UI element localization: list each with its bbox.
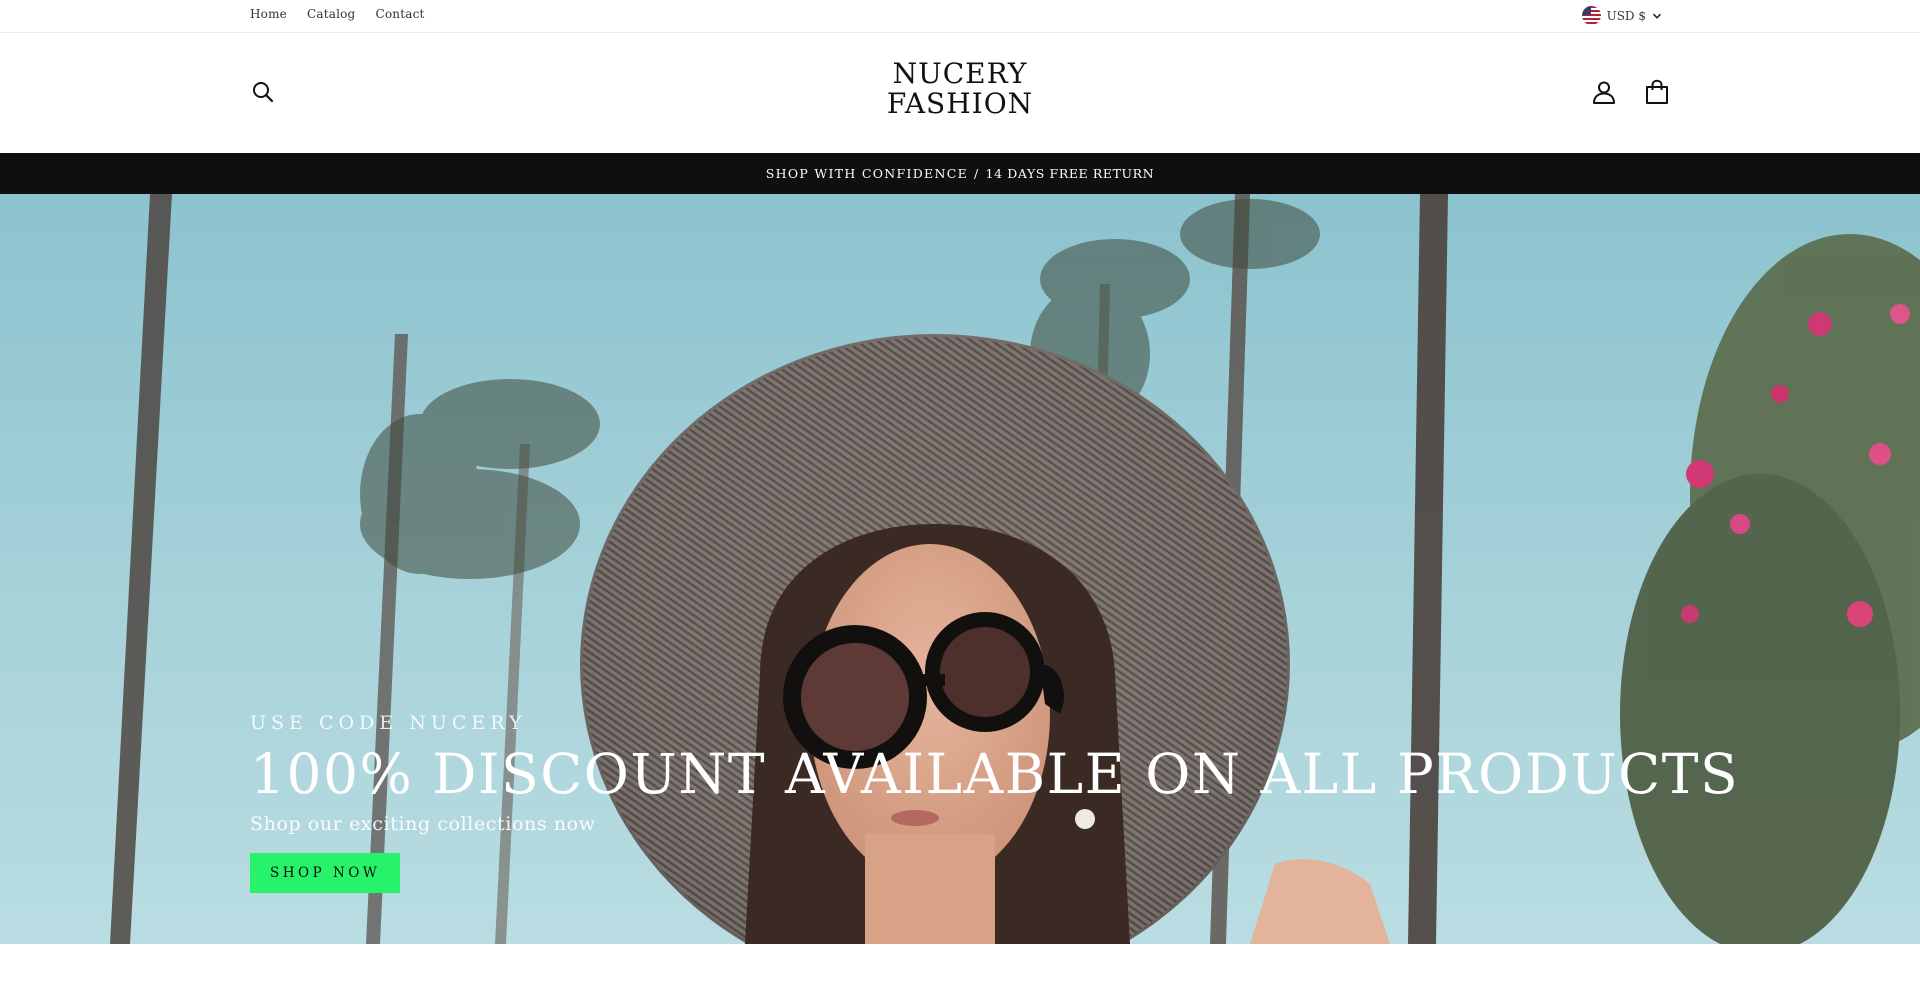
site-logo[interactable]: NUCERY FASHION [860,59,1060,119]
utility-bar: Home Catalog Contact USD $ [0,0,1920,33]
hero-content: USE CODE NUCERY 100% DISCOUNT AVAILABLE … [250,712,1740,893]
announcement-bar: SHOP WITH CONFIDENCE / 14 DAYS FREE RETURN [0,153,1920,194]
cart-button[interactable] [1641,76,1673,108]
account-button[interactable] [1589,77,1619,107]
logo-line-1: NUCERY [892,57,1028,90]
nav-link-home[interactable]: Home [250,7,287,21]
currency-selector[interactable]: USD $ [1581,6,1662,25]
logo-line-2: FASHION [886,87,1034,120]
chevron-down-icon [1652,13,1662,19]
announcement-primary: SHOP WITH CONFIDENCE [765,166,969,181]
page-content-below-hero [0,944,1920,993]
hero-title: 100% DISCOUNT AVAILABLE ON ALL PRODUCTS [250,742,1740,806]
hero-kicker: USE CODE NUCERY [250,712,527,734]
hero-subtitle: Shop our exciting collections now [250,813,596,835]
user-icon [1593,81,1615,104]
shop-now-button[interactable]: SHOP NOW [250,853,401,893]
announcement-secondary: 14 DAYS FREE RETURN [985,166,1155,181]
site-header: NUCERY FASHION [0,33,1920,153]
currency-label: USD $ [1606,8,1646,23]
hero-banner: USE CODE NUCERY 100% DISCOUNT AVAILABLE … [0,194,1920,944]
search-button[interactable] [248,77,278,107]
nav-link-contact[interactable]: Contact [375,7,424,21]
search-icon [253,82,274,103]
cart-icon [1646,79,1668,104]
us-flag-icon [1581,6,1601,25]
nav-link-catalog[interactable]: Catalog [307,7,355,21]
utility-nav: Home Catalog Contact [250,7,425,21]
announcement-separator: / [974,166,980,181]
